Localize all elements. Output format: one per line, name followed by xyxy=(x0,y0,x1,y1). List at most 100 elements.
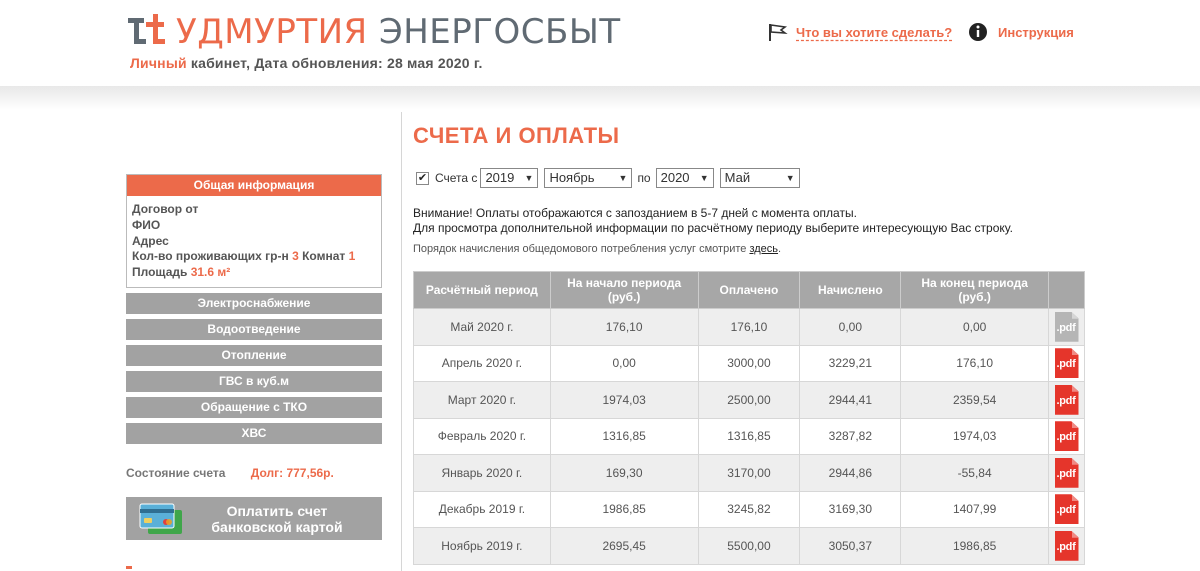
fio-label: ФИО xyxy=(132,217,161,232)
bank-card-icon xyxy=(139,503,182,534)
cell-paid: 3000,00 xyxy=(697,344,801,382)
payment-notice: Внимание! Оплаты отображаются с запоздан… xyxy=(413,206,1013,236)
col-period: Расчётный период xyxy=(413,271,551,309)
table-row[interactable]: Март 2020 г. 1974,03 2500,00 2944,41 2359,54… xyxy=(413,381,1085,419)
cell-pdf: .pdf xyxy=(1048,527,1085,565)
table-row[interactable]: Май 2020 г. 176,10 176,10 0,00 0,00 .pdf xyxy=(413,308,1085,346)
cell-pdf: .pdf xyxy=(1048,308,1085,346)
cell-end-balance: 176,10 xyxy=(900,344,1049,382)
site-header: УДМУРТИЯ ЭНЕРГОСБЫТ Личный кабинет, Дата… xyxy=(0,0,1200,86)
instruction-label: Инструкция xyxy=(998,24,1074,40)
pdf-icon[interactable]: .pdf xyxy=(1054,348,1079,379)
pdf-icon[interactable]: .pdf xyxy=(1054,311,1079,342)
brand-part1: УДМУРТИЯ xyxy=(176,12,368,52)
pdf-icon-label: .pdf xyxy=(1056,504,1076,517)
sidebar: Общая информация Договор от ФИО Адрес Ко… xyxy=(126,174,382,444)
what-to-do-label: Что вы хотите сделать? xyxy=(796,24,953,40)
cell-charged: 3287,82 xyxy=(799,417,902,455)
notice-line1: Внимание! Оплаты отображаются с запоздан… xyxy=(413,206,857,220)
cell-paid: 2500,00 xyxy=(697,381,801,419)
pdf-icon-label: .pdf xyxy=(1056,394,1076,407)
cell-period: Март 2020 г. xyxy=(413,381,551,419)
table-row[interactable]: Февраль 2020 г. 1316,85 1316,85 3287,82 1974… xyxy=(413,417,1085,455)
table-row[interactable]: Ноябрь 2019 г. 2695,45 5500,00 3050,37 1986,… xyxy=(413,527,1085,565)
year-from-select[interactable]: 2019 ▼ xyxy=(480,168,539,188)
hot-water-button[interactable]: ГВС в куб.м xyxy=(126,370,382,392)
cell-paid: 3170,00 xyxy=(697,454,801,492)
table-row[interactable]: Январь 2020 г. 169,30 3170,00 2944,86 -55,84… xyxy=(413,454,1085,492)
electricity-button[interactable]: Электроснабжение xyxy=(126,292,382,314)
cell-start-balance: 1974,03 xyxy=(549,381,699,419)
waste-button[interactable]: Обращение с ТКО xyxy=(126,396,382,418)
cell-start-balance: 0,00 xyxy=(549,344,699,382)
notice-line2: Для просмотра дополнительной информации … xyxy=(413,221,1013,235)
address-label: Адрес xyxy=(132,233,169,248)
table-row[interactable]: Декабрь 2019 г. 1986,85 3245,82 3169,30 1407… xyxy=(413,490,1085,528)
pdf-icon-label: .pdf xyxy=(1056,321,1076,334)
update-line: Личный кабинет, Дата обновления: 28 мая … xyxy=(130,55,483,71)
brand-logo[interactable]: УДМУРТИЯ ЭНЕРГОСБЫТ xyxy=(126,12,621,52)
from-label: Счета с xyxy=(435,171,478,185)
chevron-down-icon: ▼ xyxy=(524,173,534,183)
address-line: Адрес xyxy=(132,234,376,250)
cell-pdf: .pdf xyxy=(1048,417,1085,455)
bills-table: Расчётный период На начало периода (руб.… xyxy=(413,271,1085,565)
cell-start-balance: 176,10 xyxy=(549,308,699,346)
header-shadow xyxy=(0,86,1200,110)
drainage-button[interactable]: Водоотведение xyxy=(126,318,382,340)
column-divider xyxy=(401,112,402,571)
chevron-down-icon: ▼ xyxy=(699,173,709,183)
area-value: 31.6 м² xyxy=(190,265,231,280)
cell-period: Декабрь 2019 г. xyxy=(413,490,551,528)
bills-checkbox[interactable]: ✔ xyxy=(416,171,429,185)
year-from-value: 2019 xyxy=(485,170,515,185)
pdf-icon[interactable]: .pdf xyxy=(1054,494,1079,525)
cell-charged: 3229,21 xyxy=(799,344,902,382)
year-to-select[interactable]: 2020 ▼ xyxy=(655,168,714,188)
cell-end-balance: 1974,03 xyxy=(900,417,1049,455)
col-start-balance: На начало периода (руб.) xyxy=(549,271,699,309)
cell-end-balance: 0,00 xyxy=(900,308,1049,346)
pdf-icon-label: .pdf xyxy=(1056,358,1076,371)
chevron-down-icon: ▼ xyxy=(785,173,795,183)
cell-start-balance: 2695,45 xyxy=(549,527,699,565)
cold-water-button[interactable]: ХВС xyxy=(126,422,382,444)
table-row[interactable]: Апрель 2020 г. 0,00 3000,00 3229,21 176,10 .p… xyxy=(413,344,1085,382)
brand-part2: ЭНЕРГОСБЫТ xyxy=(378,12,621,52)
contract-line: Договор от xyxy=(132,202,376,218)
pdf-icon-fold xyxy=(1071,348,1079,356)
col-end-balance: На конец периода (руб.) xyxy=(900,271,1049,309)
order-note-text: Порядок начисления общедомового потребле… xyxy=(413,243,747,255)
pdf-icon-fold xyxy=(1071,421,1079,429)
month-from-value: Ноябрь xyxy=(549,170,595,185)
area-label: Площадь xyxy=(132,265,188,280)
fio-line: ФИО xyxy=(132,218,376,234)
what-to-do-link[interactable]: Что вы хотите сделать? xyxy=(766,22,952,42)
cell-pdf: .pdf xyxy=(1048,454,1085,492)
cell-start-balance: 1316,85 xyxy=(549,417,699,455)
cell-end-balance: -55,84 xyxy=(900,454,1049,492)
pdf-icon-fold xyxy=(1071,311,1079,319)
month-from-select[interactable]: Ноябрь ▼ xyxy=(544,168,633,188)
heating-button[interactable]: Отопление xyxy=(126,344,382,366)
brand-name: УДМУРТИЯ ЭНЕРГОСБЫТ xyxy=(176,12,621,52)
cell-start-balance: 1986,85 xyxy=(549,490,699,528)
general-info-title: Общая информация xyxy=(127,175,381,196)
pdf-icon[interactable]: .pdf xyxy=(1054,530,1079,561)
cell-charged: 3169,30 xyxy=(799,490,902,528)
cell-period: Январь 2020 г. xyxy=(413,454,551,492)
month-to-select[interactable]: Май ▼ xyxy=(719,168,800,188)
update-date: кабинет, Дата обновления: 28 мая 2020 г. xyxy=(190,55,483,71)
pdf-icon[interactable]: .pdf xyxy=(1054,457,1079,488)
pdf-icon[interactable]: .pdf xyxy=(1054,384,1079,415)
pay-by-card-button[interactable]: Оплатить счет банковской картой xyxy=(126,497,382,540)
cell-charged: 0,00 xyxy=(799,308,902,346)
pdf-icon[interactable]: .pdf xyxy=(1054,421,1079,452)
cell-period: Февраль 2020 г. xyxy=(413,417,551,455)
order-link[interactable]: здесь xyxy=(749,243,778,255)
cell-charged: 3050,37 xyxy=(799,527,902,565)
col-paid: Оплачено xyxy=(697,271,801,309)
instruction-link[interactable]: Инструкция xyxy=(968,22,1074,42)
cell-pdf: .pdf xyxy=(1048,344,1085,382)
table-header-row: Расчётный период На начало периода (руб.… xyxy=(413,271,1085,309)
